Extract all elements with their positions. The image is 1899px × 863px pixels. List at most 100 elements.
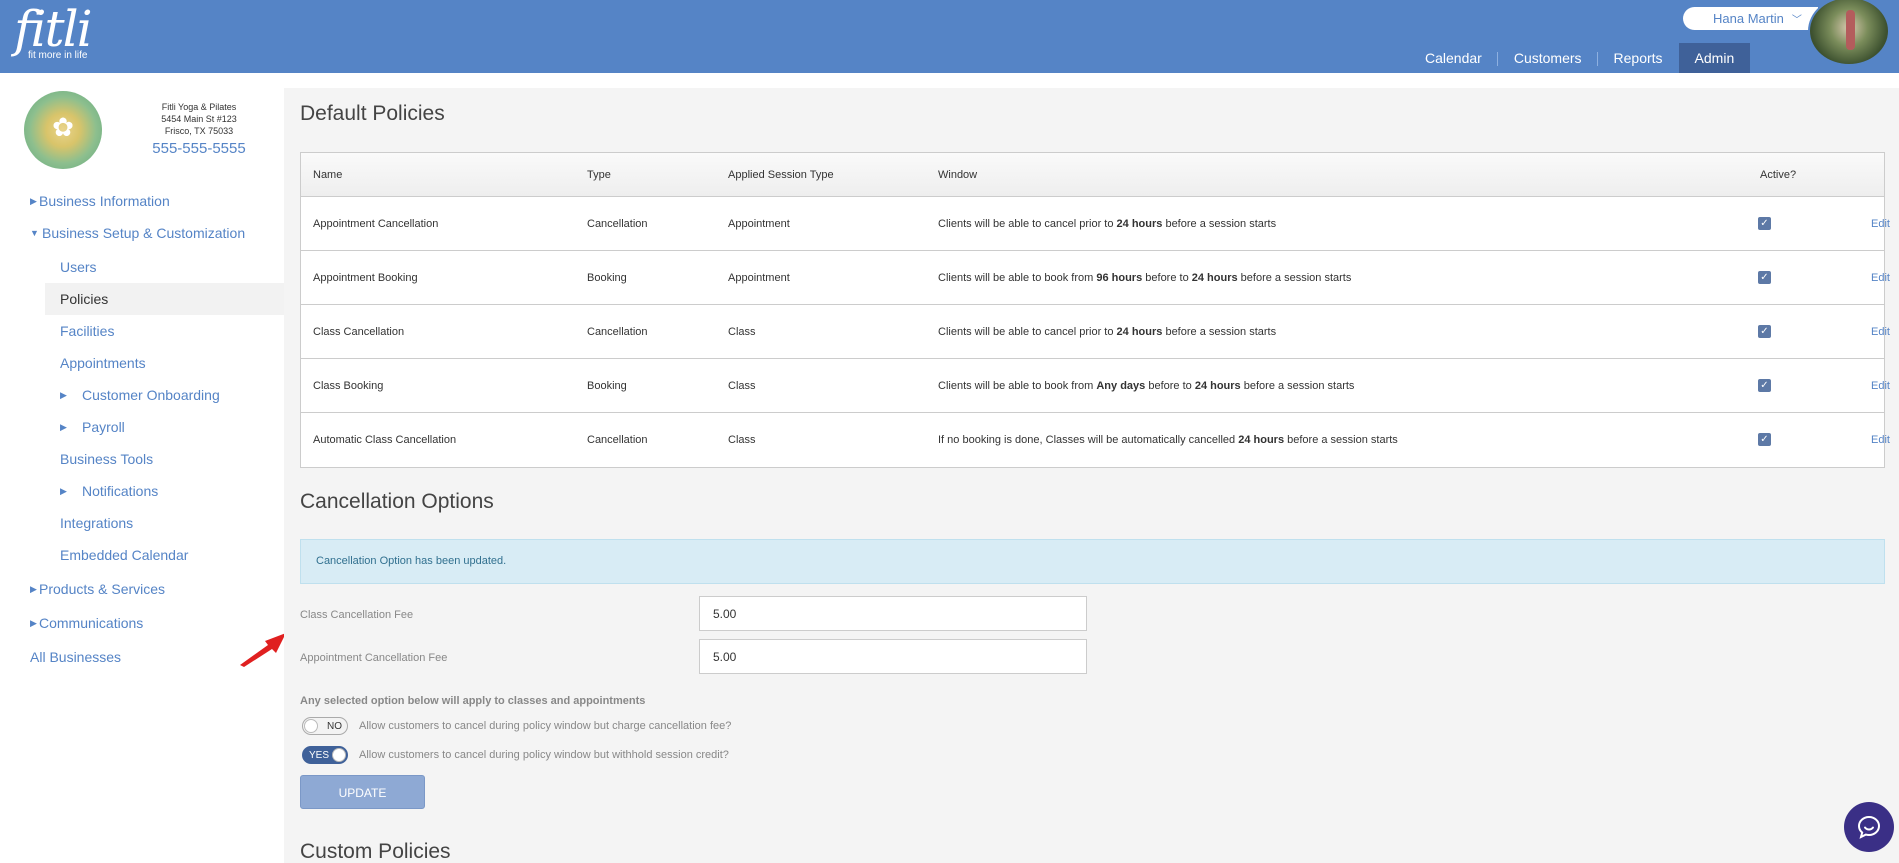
col-session: Applied Session Type [728,169,834,181]
red-arrow-annotation [240,633,286,667]
withhold-credit-label: Allow customers to cancel during policy … [359,749,729,761]
sidebar-item-label: Embedded Calendar [60,547,189,563]
business-address-1: 5454 Main St #123 [161,114,237,124]
table-row: Appointment Cancellation Cancellation Ap… [301,197,1890,251]
col-type: Type [587,169,611,181]
sidebar-item-users[interactable]: Users [0,251,284,283]
business-info: Fitli Yoga & Pilates 5454 Main St #123 F… [120,101,278,159]
fitli-logo[interactable]: fitli fit more in life [14,0,93,61]
active-checkbox[interactable]: ✓ [1758,271,1771,284]
edit-link[interactable]: Edit [1871,380,1890,392]
row-type: Cancellation [587,218,648,230]
appt-fee-label: Appointment Cancellation Fee [300,652,448,664]
sidebar-item-business-setup[interactable]: ▼ Business Setup & Customization [0,217,284,251]
sidebar-item-facilities[interactable]: Facilities [0,315,284,347]
toggle-knob [304,719,318,733]
active-checkbox[interactable]: ✓ [1758,217,1771,230]
edit-link[interactable]: Edit [1871,218,1890,230]
row-session: Appointment [728,272,790,284]
business-phone[interactable]: 555-555-5555 [120,139,278,159]
col-active: Active? [1760,169,1797,181]
user-menu[interactable]: Hana Martin ﹀ [1683,7,1818,30]
caret-right-icon: ▶ [60,486,67,496]
sidebar-item-policies[interactable]: Policies [45,283,284,315]
row-window: Clients will be able to cancel prior to … [938,218,1277,230]
logo-tagline: fit more in life [28,50,88,61]
caret-right-icon: ▶ [30,196,37,206]
sidebar-item-label: Appointments [60,355,146,371]
nav-calendar[interactable]: Calendar [1409,43,1498,73]
options-note: Any selected option below will apply to … [300,695,646,707]
nav-admin[interactable]: Admin [1678,43,1751,73]
sidebar-item-appointments[interactable]: Appointments [0,347,284,379]
nav-reports[interactable]: Reports [1598,43,1679,73]
chat-button[interactable] [1844,802,1894,852]
sidebar-item-label: Customer Onboarding [82,387,220,403]
avatar[interactable] [1808,0,1890,66]
business-name: Fitli Yoga & Pilates [161,102,237,112]
avatar-figure [1846,10,1855,50]
sidebar-item-integrations[interactable]: Integrations [0,507,284,539]
row-window: Clients will be able to book from 96 hou… [938,272,1352,284]
sidebar-item-embedded-calendar[interactable]: Embedded Calendar [0,539,284,573]
sidebar-item-notifications[interactable]: ▶ Notifications [0,475,284,507]
main-content: Default Policies Name Type Applied Sessi… [284,88,1899,863]
charge-fee-toggle[interactable]: NO [302,717,348,735]
row-type: Cancellation [587,434,648,446]
cancellation-options-title: Cancellation Options [300,490,494,513]
success-alert: Cancellation Option has been updated. [300,539,1885,584]
policies-table: Name Type Applied Session Type Window Ac… [300,152,1890,468]
row-window: Clients will be able to book from Any da… [938,380,1355,392]
business-address-2: Frisco, TX 75033 [164,126,234,136]
row-name: Class Cancellation [313,326,405,338]
default-policies-title: Default Policies [300,102,445,125]
charge-fee-label: Allow customers to cancel during policy … [359,720,732,732]
caret-down-icon: ▼ [30,228,39,238]
appt-fee-input[interactable]: 5.00 [699,639,1087,674]
active-checkbox[interactable]: ✓ [1758,433,1771,446]
row-name: Appointment Booking [313,272,418,284]
table-row: Class Booking Booking Class Clients will… [301,359,1890,413]
caret-right-icon: ▶ [30,618,37,628]
sidebar-item-label: Users [60,259,97,275]
chevron-down-icon: ﹀ [1791,15,1802,26]
class-fee-input[interactable]: 5.00 [699,596,1087,631]
row-session: Class [728,326,756,338]
row-window: Clients will be able to cancel prior to … [938,326,1277,338]
table-header: Name Type Applied Session Type Window Ac… [301,153,1884,197]
withhold-credit-toggle[interactable]: YES [302,746,348,764]
toggle-knob [332,748,346,762]
sidebar-item-business-tools[interactable]: Business Tools [0,443,284,475]
logo-text: fitli [14,0,93,58]
row-session: Class [728,380,756,392]
sidebar-item-label: Communications [39,615,144,631]
update-button[interactable]: UPDATE [300,775,425,809]
row-window: If no booking is done, Classes will be a… [938,434,1398,446]
sidebar-item-customer-onboarding[interactable]: ▶ Customer Onboarding [0,379,284,411]
sidebar-item-label: Payroll [82,419,125,435]
sidebar-item-payroll[interactable]: ▶ Payroll [0,411,284,443]
edit-link[interactable]: Edit [1871,272,1890,284]
custom-policies-title: Custom Policies [300,840,451,863]
active-checkbox[interactable]: ✓ [1758,325,1771,338]
row-type: Booking [587,272,627,284]
active-checkbox[interactable]: ✓ [1758,379,1771,392]
toggle-state: NO [327,721,342,732]
table-row: Class Cancellation Cancellation Class Cl… [301,305,1890,359]
edit-link[interactable]: Edit [1871,326,1890,338]
user-name: Hana Martin [1713,11,1784,26]
table-row: Automatic Class Cancellation Cancellatio… [301,413,1890,467]
col-name: Name [313,169,343,181]
caret-right-icon: ▶ [60,390,67,400]
sidebar-item-business-information[interactable]: ▶ Business Information [0,185,284,217]
edit-link[interactable]: Edit [1871,434,1890,446]
top-header: fitli fit more in life Hana Martin ﹀ Cale… [0,0,1899,73]
sidebar: ✿ Fitli Yoga & Pilates 5454 Main St #123… [0,73,286,863]
sidebar-item-label: Policies [60,291,109,307]
nav-customers[interactable]: Customers [1498,43,1598,73]
row-name: Class Booking [313,380,384,392]
sidebar-item-label: Integrations [60,515,134,531]
sidebar-item-products-services[interactable]: ▶ Products & Services [0,573,284,607]
col-window: Window [938,169,978,181]
row-session: Appointment [728,218,790,230]
